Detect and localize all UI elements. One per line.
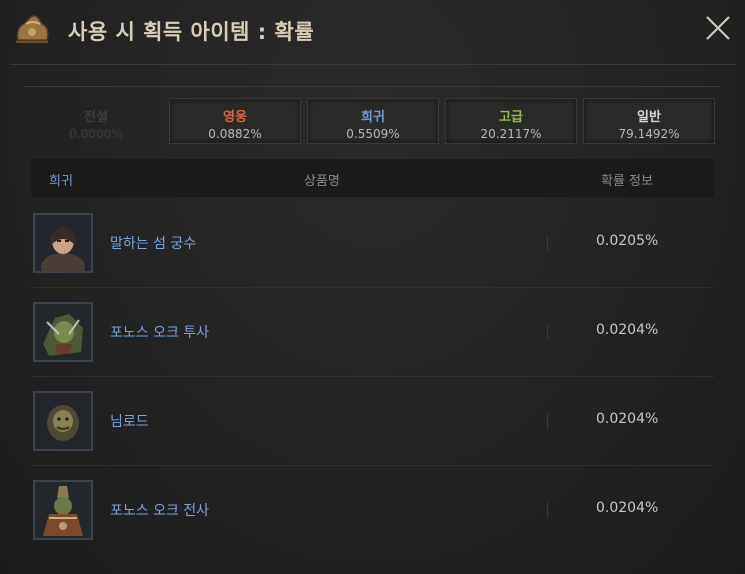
column-divider: [547, 413, 548, 429]
orc-fighter-portrait-icon[interactable]: [33, 302, 93, 362]
close-icon[interactable]: [702, 12, 734, 44]
tab-value: 20.2117%: [480, 127, 542, 141]
item-name[interactable]: 포노스 오크 투사: [110, 322, 209, 342]
tab-common[interactable]: 일반 79.1492%: [583, 98, 715, 144]
title-divider: [10, 64, 735, 65]
tab-advanced[interactable]: 고급 20.2117%: [445, 98, 577, 144]
table-header: 희귀 상품명 확률 정보: [31, 159, 714, 197]
header-probability: 확률 정보: [601, 174, 653, 189]
title-bar: 사용 시 획득 아이템 : 확률: [0, 0, 745, 64]
column-divider: [547, 235, 548, 251]
orc-warrior-portrait-icon[interactable]: [33, 480, 93, 540]
tab-value: 0.0000%: [69, 127, 123, 141]
nimrod-portrait-icon[interactable]: [33, 391, 93, 451]
item-probability: 0.0204%: [596, 322, 659, 338]
table-row: 포노스 오크 투사 0.0204%: [31, 288, 714, 377]
probability-window: 사용 시 획득 아이템 : 확률 전설 0.0000% 영웅 0.0882% 희…: [0, 0, 745, 574]
tab-label: 전설: [84, 110, 108, 125]
tab-value: 0.0882%: [208, 127, 262, 141]
tab-rare[interactable]: 희귀 0.5509%: [307, 98, 439, 144]
item-name[interactable]: 말하는 섬 궁수: [110, 233, 196, 253]
tab-label: 영웅: [223, 110, 247, 125]
header-grade: 희귀: [49, 174, 73, 189]
tab-legendary: 전설 0.0000%: [30, 98, 162, 144]
column-divider: [547, 502, 548, 518]
item-probability: 0.0204%: [596, 411, 659, 427]
item-name[interactable]: 포노스 오크 전사: [110, 500, 209, 520]
item-probability: 0.0205%: [596, 233, 659, 249]
item-probability: 0.0204%: [596, 500, 659, 516]
table-row: 포노스 오크 전사 0.0204%: [31, 466, 714, 554]
column-divider: [547, 324, 548, 340]
archer-portrait-icon[interactable]: [33, 213, 93, 273]
tab-value: 79.1492%: [618, 127, 680, 141]
tab-heroic[interactable]: 영웅 0.0882%: [169, 98, 301, 144]
window-title: 사용 시 획득 아이템 : 확률: [68, 20, 315, 44]
tab-label: 희귀: [361, 110, 385, 125]
grade-tabs: 전설 0.0000% 영웅 0.0882% 희귀 0.5509% 고급 20.2…: [30, 98, 720, 146]
tab-value: 0.5509%: [346, 127, 400, 141]
tab-label: 고급: [499, 110, 523, 125]
table-row: 님로드 0.0204%: [31, 377, 714, 466]
table-row: 말하는 섬 궁수 0.0205%: [31, 199, 714, 288]
tab-label: 일반: [637, 110, 661, 125]
item-name[interactable]: 님로드: [110, 411, 149, 431]
item-bag-icon: [16, 15, 49, 43]
header-item-name: 상품명: [304, 174, 340, 189]
